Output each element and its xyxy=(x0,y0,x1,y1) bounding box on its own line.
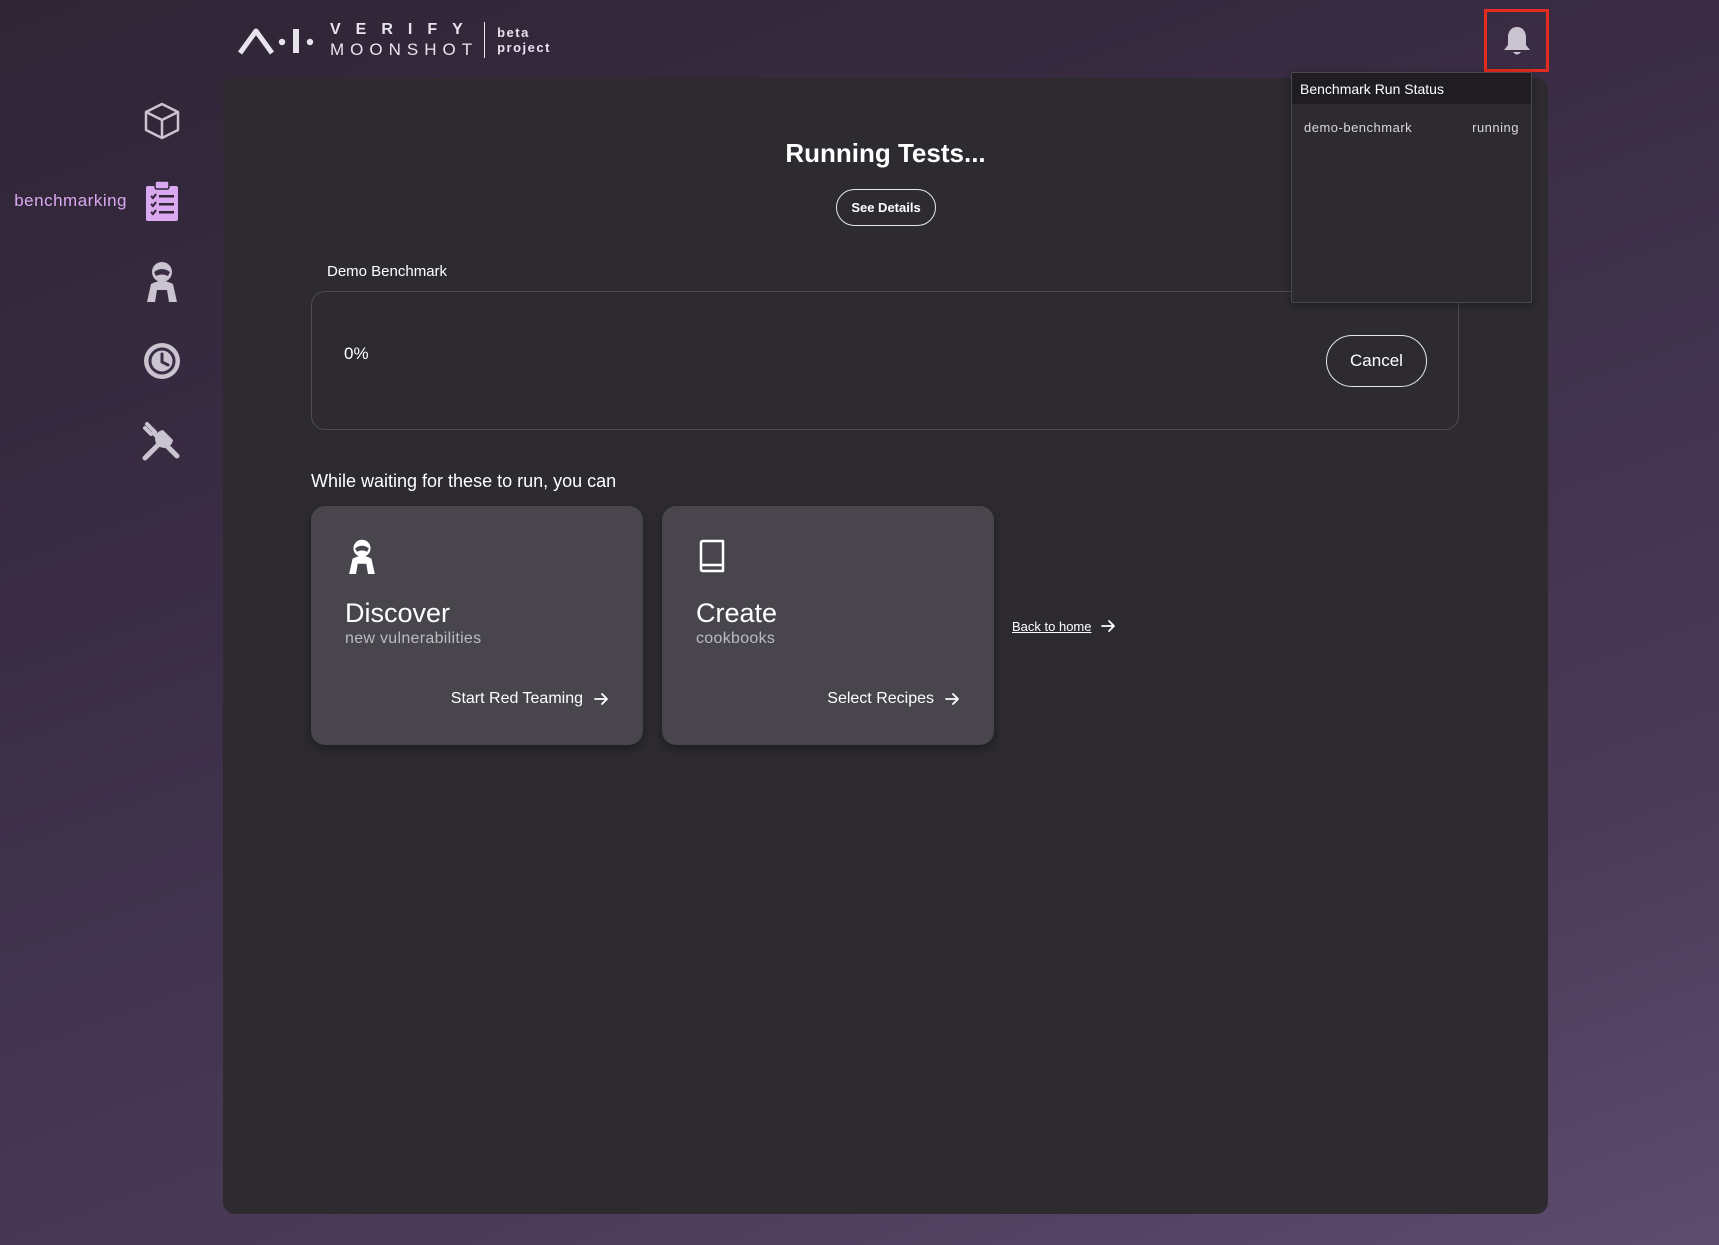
logo-project-text: project xyxy=(497,40,551,55)
select-recipes-link[interactable]: Select Recipes xyxy=(827,690,960,708)
arrow-right-icon xyxy=(594,693,608,705)
logo-divider xyxy=(484,22,486,58)
back-to-home-link[interactable]: Back to home xyxy=(1012,618,1116,634)
progress-percentage: 0% xyxy=(344,344,369,363)
red-teaming-icon xyxy=(349,539,375,574)
card-title: Discover xyxy=(345,598,451,628)
logo-verify-text: VERIFY xyxy=(330,21,478,38)
tools-icon xyxy=(141,420,183,462)
logo-moonshot-text: MOONSHOT xyxy=(330,40,479,59)
status-row-status: running xyxy=(1472,120,1519,135)
history-icon xyxy=(141,340,183,382)
card-subtitle: new vulnerabilities xyxy=(345,630,482,647)
status-row-name: demo-benchmark xyxy=(1304,120,1413,135)
sidebar-item-history[interactable] xyxy=(141,340,183,382)
arrow-right-icon xyxy=(1100,620,1115,632)
card-title: Create xyxy=(696,598,778,628)
cancel-button[interactable]: Cancel xyxy=(1326,335,1427,387)
benchmark-status-dropdown: Benchmark Run Status demo-benchmark runn… xyxy=(1291,72,1532,303)
sidebar-item-red-teaming[interactable] xyxy=(141,260,183,302)
cube-icon xyxy=(141,100,183,142)
waiting-message: While waiting for these to run, you can xyxy=(311,471,617,491)
benchmark-progress-box: 0% Cancel xyxy=(311,291,1459,430)
card-action-label: Start Red Teaming xyxy=(450,690,583,707)
create-card[interactable]: Create cookbooks Select Recipes xyxy=(662,506,994,745)
progress-bar xyxy=(392,354,1392,358)
sidebar-item-endpoints[interactable] xyxy=(141,100,183,142)
sidebar-item-benchmarking[interactable]: benchmarking xyxy=(14,180,183,222)
back-to-home-label: Back to home xyxy=(1012,618,1092,634)
book-icon xyxy=(699,539,725,573)
sidebar-item-utilities[interactable] xyxy=(141,420,183,462)
aiverify-logo-mark-icon xyxy=(238,23,316,57)
start-red-teaming-link[interactable]: Start Red Teaming xyxy=(451,690,609,708)
app-logo: VERIFY MOONSHOT beta project xyxy=(238,20,551,60)
arrow-right-icon xyxy=(945,693,959,705)
card-action-label: Select Recipes xyxy=(827,690,934,707)
benchmark-name: Demo Benchmark xyxy=(327,263,448,280)
card-subtitle: cookbooks xyxy=(696,630,776,647)
dropdown-title: Benchmark Run Status xyxy=(1292,73,1531,104)
sidebar-item-label: benchmarking xyxy=(14,191,127,210)
logo-beta-text: beta xyxy=(497,25,530,40)
discover-card[interactable]: Discover new vulnerabilities Start Red T… xyxy=(311,506,643,745)
bell-icon xyxy=(1503,26,1530,54)
clipboard-icon xyxy=(141,180,183,222)
status-row[interactable]: demo-benchmark running xyxy=(1292,120,1531,135)
red-teaming-icon xyxy=(141,260,183,302)
notification-bell-button[interactable] xyxy=(1484,9,1549,72)
see-details-button[interactable]: See Details xyxy=(836,189,936,226)
